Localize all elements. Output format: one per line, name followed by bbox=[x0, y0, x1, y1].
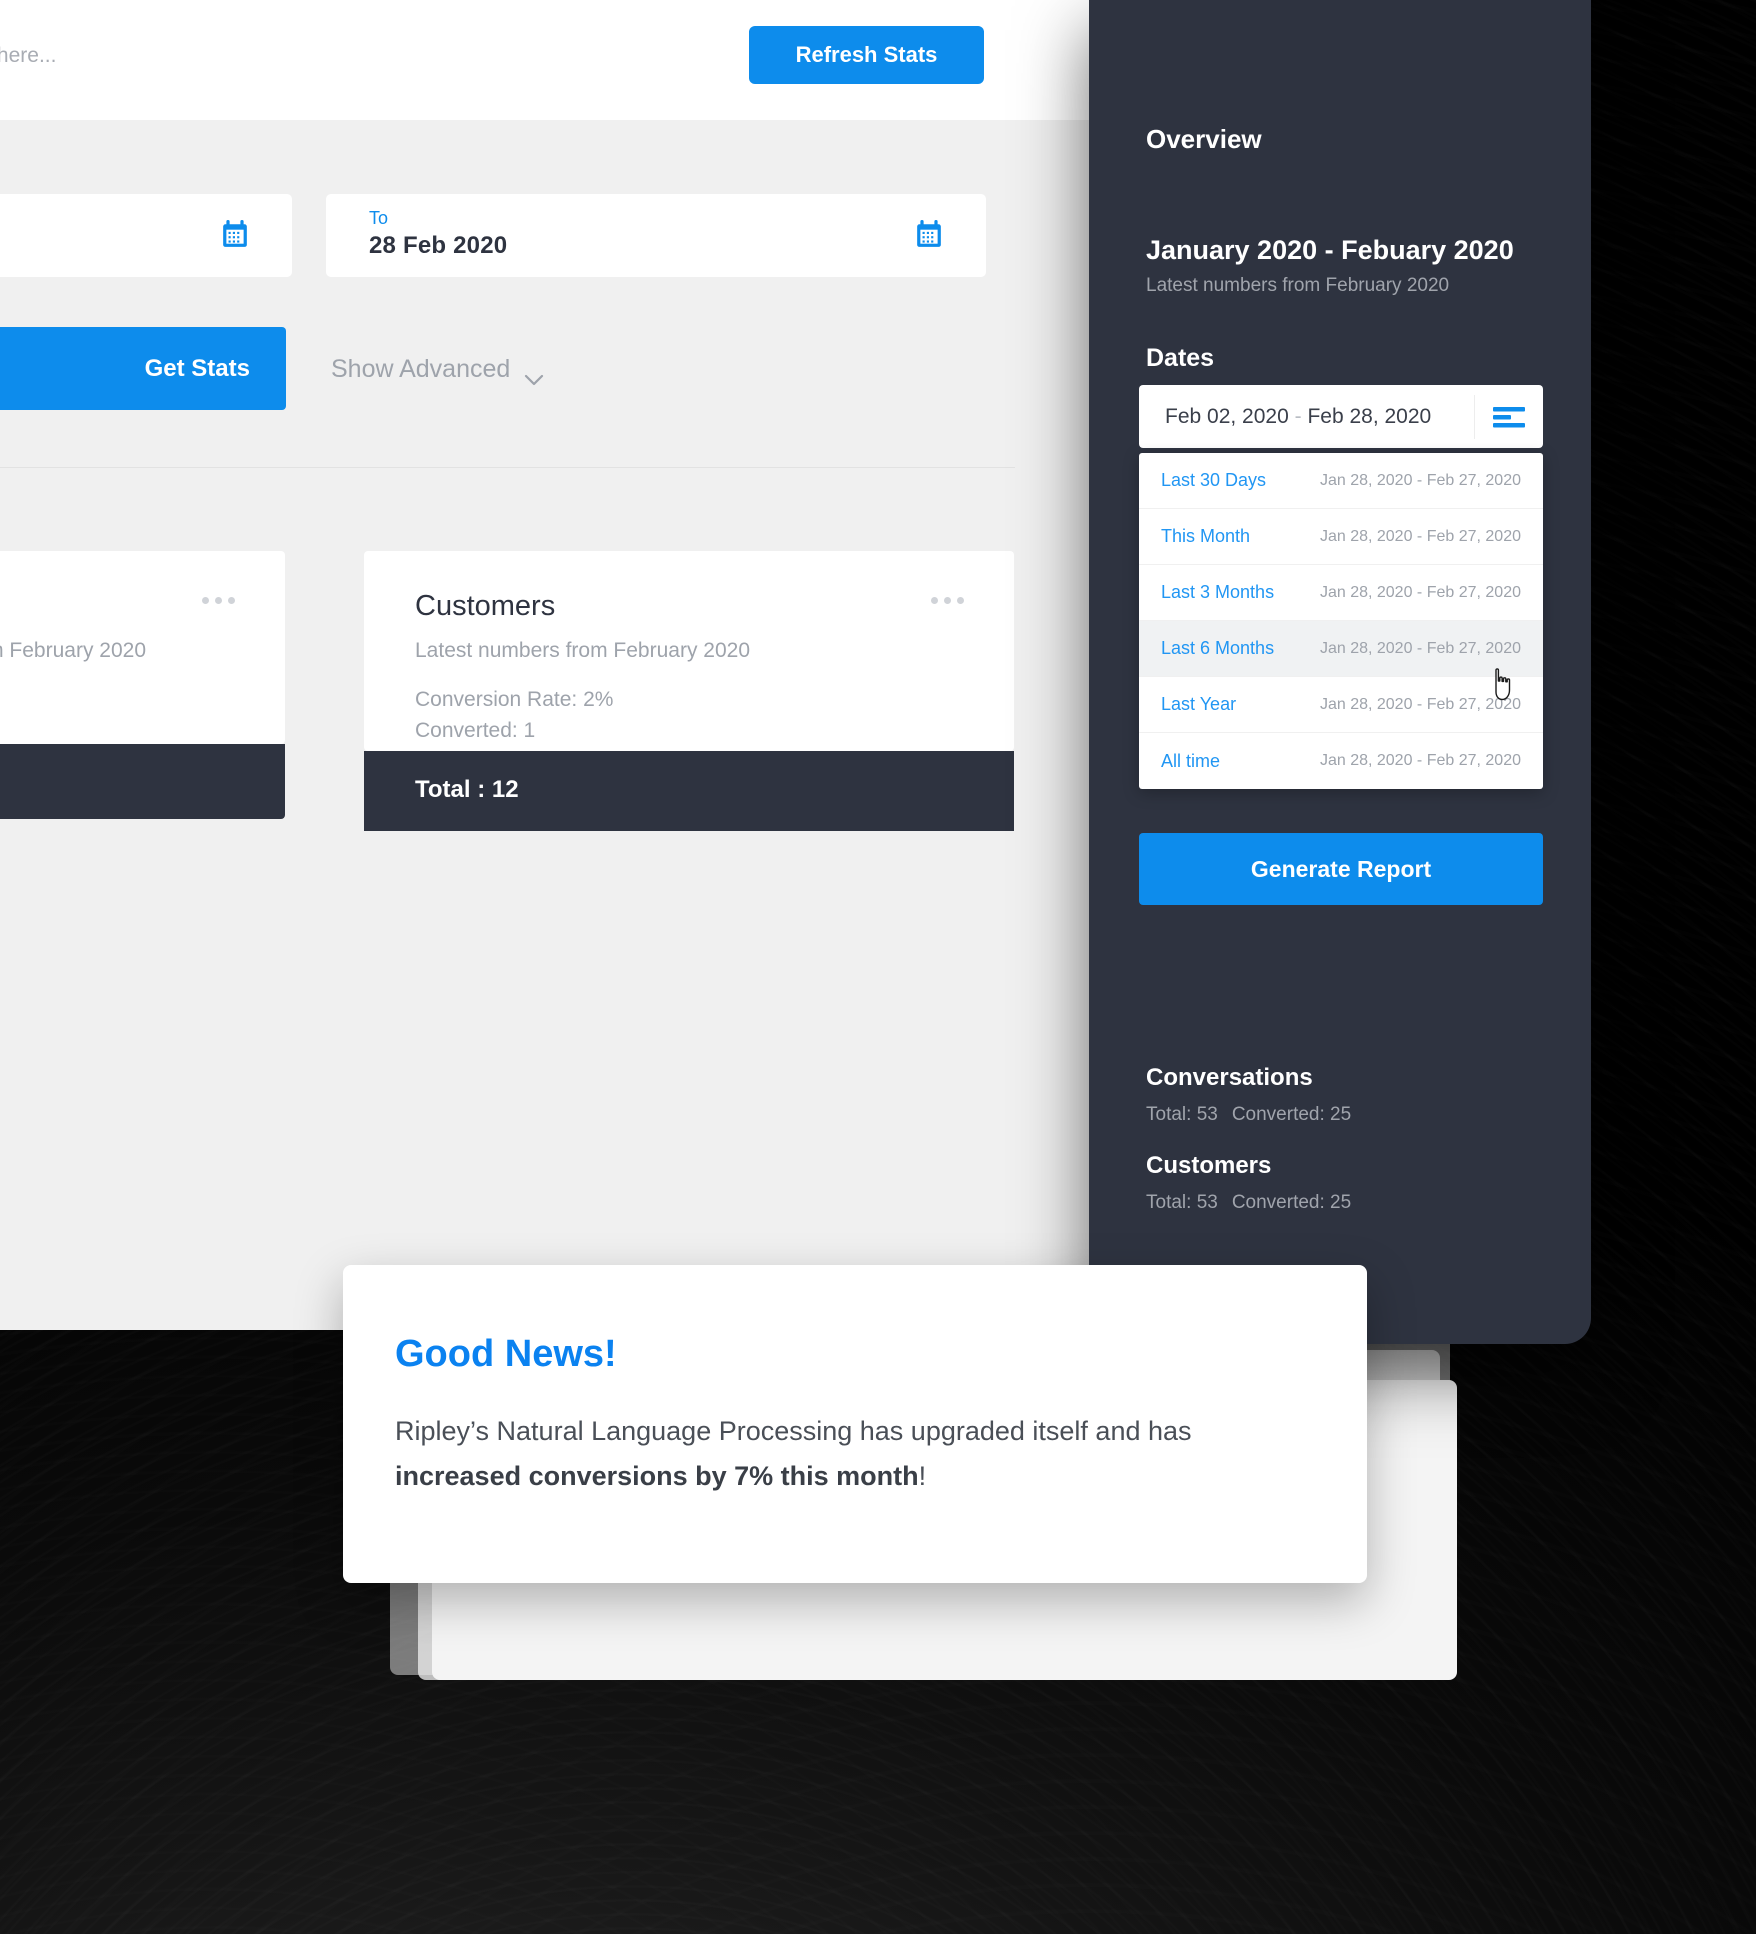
date-preset-row[interactable]: Last 30 Days Jan 28, 2020 - Feb 27, 2020 bbox=[1139, 453, 1543, 509]
date-from-field[interactable]: From 01 Jan 2020 bbox=[0, 194, 292, 277]
date-range-value: Feb 02, 2020 - Feb 28, 2020 bbox=[1139, 405, 1474, 429]
stat-card-customers: Customers Latest numbers from February 2… bbox=[364, 551, 1014, 751]
dates-heading: Dates bbox=[1146, 344, 1215, 372]
app-surface: Refresh Stats From 01 Jan 2020 bbox=[0, 0, 1093, 1330]
panel-conversations-total: Total: 53 bbox=[1146, 1104, 1218, 1125]
calendar-icon[interactable] bbox=[222, 220, 248, 248]
good-news-body-tail: ! bbox=[918, 1460, 927, 1491]
date-to-value: 28 Feb 2020 bbox=[369, 232, 508, 259]
show-advanced-toggle[interactable]: Show Advanced bbox=[331, 355, 544, 385]
card-subtitle: Latest numbers from February 2020 bbox=[415, 639, 750, 662]
panel-stat-line-customers: Total: 53 Converted: 25 bbox=[1146, 1192, 1351, 1214]
card-more-options-icon[interactable] bbox=[931, 597, 964, 604]
panel-stat-title-customers: Customers bbox=[1146, 1152, 1272, 1179]
section-divider bbox=[0, 467, 1015, 468]
panel-conversations-converted: Converted: 25 bbox=[1231, 1104, 1352, 1125]
date-preset-row[interactable]: Last Year Jan 28, 2020 - Feb 27, 2020 bbox=[1139, 677, 1543, 733]
date-preset-range: Jan 28, 2020 - Feb 27, 2020 bbox=[1319, 695, 1521, 713]
stat-card-conversations-footer: Total : 20 bbox=[0, 744, 285, 819]
good-news-body: Ripley’s Natural Language Processing has… bbox=[395, 1409, 1295, 1499]
date-range-end: Feb 28, 2020 bbox=[1307, 404, 1432, 428]
show-advanced-label: Show Advanced bbox=[331, 355, 511, 383]
date-preset-range: Jan 28, 2020 - Feb 27, 2020 bbox=[1319, 471, 1521, 489]
date-to-field[interactable]: To 28 Feb 2020 bbox=[326, 194, 986, 277]
date-preset-label: Last Year bbox=[1161, 694, 1237, 714]
date-preset-row[interactable]: All time Jan 28, 2020 - Feb 27, 2020 bbox=[1139, 733, 1543, 789]
chevron-down-icon bbox=[524, 364, 544, 385]
good-news-title: Good News! bbox=[395, 1333, 617, 1375]
top-toolbar: Refresh Stats bbox=[0, 0, 1093, 120]
date-preset-row[interactable]: Last 6 Months Jan 28, 2020 - Feb 27, 2020 bbox=[1139, 621, 1543, 677]
date-preset-range: Jan 28, 2020 - Feb 27, 2020 bbox=[1319, 639, 1521, 657]
filter-list-icon bbox=[1493, 406, 1525, 428]
panel-stat-title-conversations: Conversations bbox=[1146, 1064, 1313, 1091]
card-subtitle: Latest numbers from February 2020 bbox=[0, 639, 146, 662]
good-news-card: Good News! Ripley’s Natural Language Pro… bbox=[343, 1265, 1367, 1583]
date-preset-range: Jan 28, 2020 - Feb 27, 2020 bbox=[1319, 527, 1521, 545]
date-preset-row[interactable]: Last 3 Months Jan 28, 2020 - Feb 27, 2020 bbox=[1139, 565, 1543, 621]
card-more-options-icon[interactable] bbox=[202, 597, 235, 604]
date-preset-range: Jan 28, 2020 - Feb 27, 2020 bbox=[1319, 752, 1521, 769]
search-input[interactable] bbox=[0, 44, 390, 68]
stat-card-customers-footer: Total : 12 bbox=[364, 751, 1014, 831]
generate-report-button[interactable]: Generate Report bbox=[1139, 833, 1543, 905]
get-stats-button[interactable]: Get Stats bbox=[0, 327, 286, 410]
calendar-icon[interactable] bbox=[916, 220, 942, 248]
date-preset-row[interactable]: This Month Jan 28, 2020 - Feb 27, 2020 bbox=[1139, 509, 1543, 565]
date-preset-label: Last 30 Days bbox=[1161, 470, 1267, 490]
panel-heading: Overview bbox=[1146, 124, 1262, 154]
good-news-body-lead: Ripley’s Natural Language Processing has… bbox=[395, 1416, 1192, 1446]
refresh-stats-button[interactable]: Refresh Stats bbox=[749, 26, 984, 84]
date-presets-menu[interactable]: Last 30 Days Jan 28, 2020 - Feb 27, 2020 T… bbox=[1139, 453, 1543, 789]
date-preset-range: Jan 28, 2020 - Feb 27, 2020 bbox=[1319, 583, 1521, 601]
date-presets-toggle[interactable] bbox=[1475, 406, 1543, 428]
card-total-label: Total : 12 bbox=[415, 776, 519, 803]
panel-range-subtitle: Latest numbers from February 2020 bbox=[1146, 275, 1450, 296]
overview-panel: Overview January 2020 - Febuary 2020 Lat… bbox=[1089, 0, 1591, 1344]
card-converted: Converted: 1 bbox=[415, 719, 536, 742]
date-preset-label: Last 6 Months bbox=[1161, 638, 1275, 658]
good-news-body-highlight: increased conversions by 7% this month bbox=[395, 1460, 919, 1491]
date-preset-label: All time bbox=[1161, 750, 1221, 771]
date-preset-label: Last 3 Months bbox=[1161, 582, 1275, 602]
date-range-separator: - bbox=[1294, 404, 1302, 428]
date-range-picker[interactable]: Feb 02, 2020 - Feb 28, 2020 bbox=[1139, 385, 1543, 448]
panel-range-title: January 2020 - Febuary 2020 bbox=[1146, 235, 1514, 265]
panel-customers-converted: Converted: 25 bbox=[1231, 1192, 1352, 1213]
date-preset-label: This Month bbox=[1161, 526, 1251, 546]
date-range-start: Feb 02, 2020 bbox=[1165, 404, 1289, 428]
card-conversion-rate: Conversion Rate: 2% bbox=[415, 688, 614, 711]
card-title: Customers bbox=[415, 590, 556, 622]
panel-stat-line-conversations: Total: 53 Converted: 25 bbox=[1146, 1104, 1351, 1126]
date-to-label: To bbox=[369, 208, 389, 228]
panel-customers-total: Total: 53 bbox=[1146, 1192, 1218, 1213]
stat-card-conversations: Conversations Latest numbers from Februa… bbox=[0, 551, 285, 744]
screenshot-root: Refresh Stats From 01 Jan 2020 bbox=[0, 0, 1756, 1934]
